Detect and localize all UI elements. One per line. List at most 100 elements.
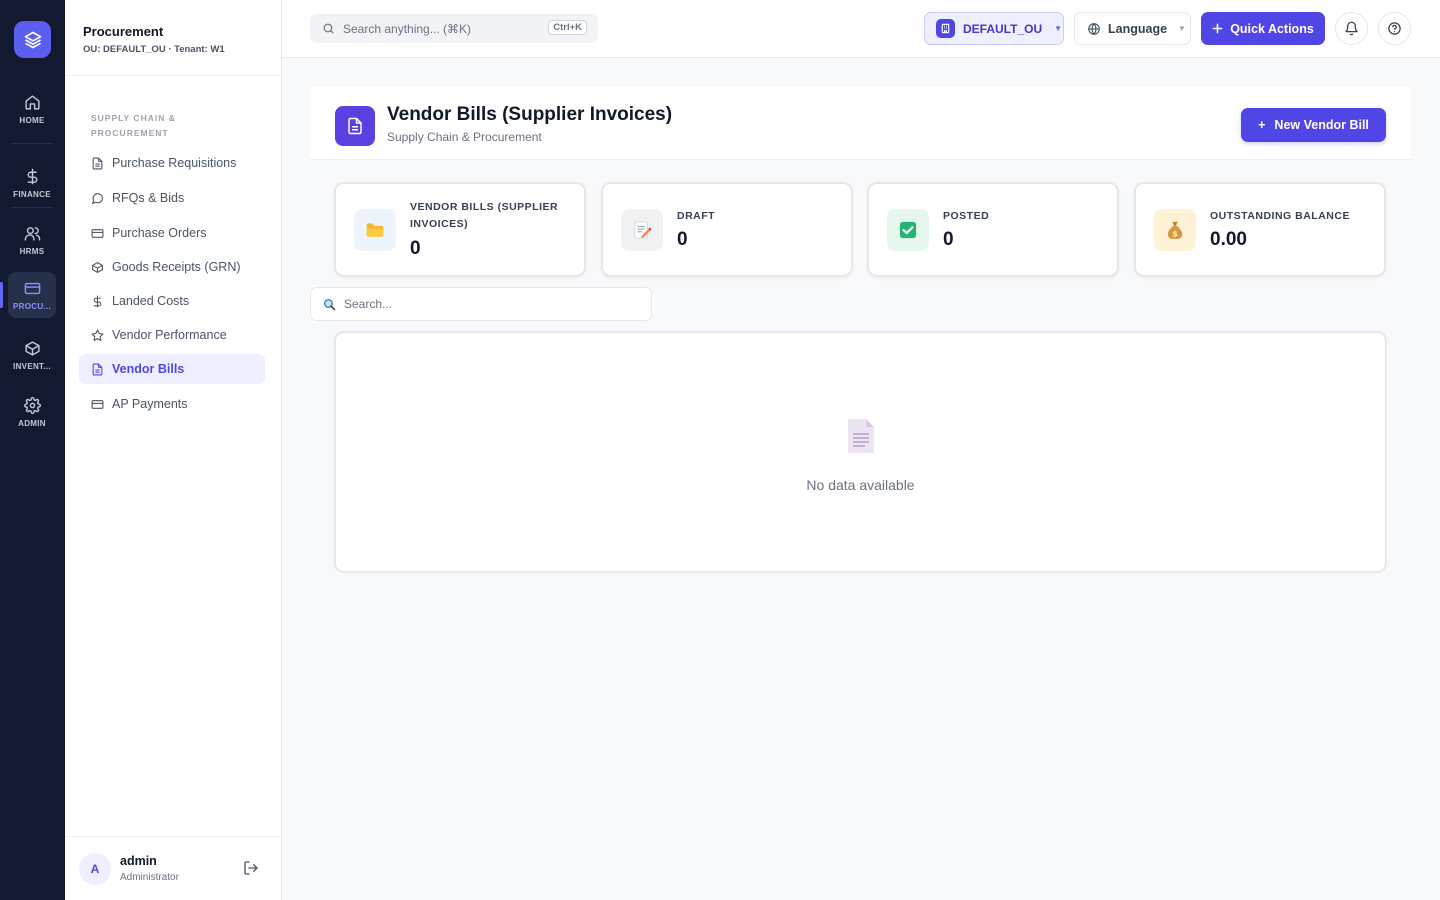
search-icon	[323, 23, 334, 34]
plus-icon	[1212, 23, 1223, 34]
new-vendor-bill-button[interactable]: + New Vendor Bill	[1241, 108, 1386, 142]
stat-label: POSTED	[943, 210, 990, 222]
chevron-down-icon: ▼	[1178, 24, 1186, 33]
sidebar-section-heading: SUPPLY CHAIN & PROCUREMENT	[91, 113, 176, 138]
help-icon	[1388, 22, 1401, 35]
ou-selector[interactable]: DEFAULT_OU ▼	[924, 12, 1064, 45]
rail-item-label: PROCU...	[13, 301, 51, 311]
sidebar-item-label: Purchase Orders	[112, 226, 207, 240]
rail-divider	[12, 207, 52, 208]
help-button[interactable]	[1378, 12, 1411, 45]
user-panel: A admin Administrator	[65, 836, 281, 900]
rail-item-home[interactable]: HOME	[8, 86, 56, 132]
table-search-input[interactable]: Search...	[310, 287, 652, 321]
global-search-placeholder: Search anything... (⌘K)	[343, 21, 472, 36]
sidebar-item-rfqs-bids[interactable]: RFQs & Bids	[79, 183, 265, 213]
card-icon	[91, 399, 104, 409]
stat-card-posted: POSTED 0	[867, 182, 1119, 277]
stat-card-outstanding: $ OUTSTANDING BALANCE 0.00	[1134, 182, 1386, 277]
top-bar: Search anything... (⌘K) Ctrl+K DEFAULT_O…	[282, 0, 1440, 58]
stat-card-total: VENDOR BILLS (SUPPLIER INVOICES) 0	[334, 182, 586, 277]
memo-icon	[621, 209, 663, 251]
sidebar-item-vendor-performance[interactable]: Vendor Performance	[79, 320, 265, 350]
dollar-icon	[93, 295, 102, 307]
global-search-input[interactable]: Search anything... (⌘K) Ctrl+K	[310, 14, 598, 43]
sidebar-item-label: Vendor Bills	[112, 362, 185, 376]
module-sidebar: Procurement OU: DEFAULT_OU · Tenant: W1 …	[65, 0, 282, 900]
rail-item-procurement[interactable]: PROCU...	[0, 272, 56, 318]
language-selector[interactable]: Language ▼	[1074, 12, 1191, 45]
sidebar-item-purchase-orders[interactable]: Purchase Orders	[79, 218, 265, 248]
logout-button[interactable]	[243, 860, 259, 881]
module-title: Procurement	[83, 24, 164, 39]
quick-actions-button[interactable]: Quick Actions	[1201, 12, 1325, 45]
sidebar-item-label: Landed Costs	[112, 294, 190, 308]
folder-icon	[354, 209, 396, 251]
sidebar-item-purchase-requisitions[interactable]: Purchase Requisitions	[79, 148, 265, 178]
user-role: Administrator	[120, 872, 179, 883]
stat-value: 0	[410, 238, 421, 259]
sidebar-item-label: AP Payments	[112, 397, 188, 411]
page-title: Vendor Bills (Supplier Invoices)	[387, 104, 673, 125]
sidebar-item-label: Vendor Performance	[112, 328, 227, 342]
document-icon	[335, 106, 375, 146]
bell-icon	[1345, 21, 1358, 36]
box-icon	[92, 261, 103, 273]
stat-label: OUTSTANDING BALANCE	[1210, 210, 1350, 222]
plus-icon: +	[1258, 118, 1266, 132]
empty-document-icon	[846, 417, 876, 460]
user-name: admin	[120, 854, 157, 868]
table-search-placeholder: Search...	[344, 297, 393, 311]
page-subtitle: Supply Chain & Procurement	[387, 130, 542, 144]
rail-item-label: HRMS	[19, 246, 45, 256]
data-table: No data available	[334, 331, 1387, 573]
sidebar-item-ap-payments[interactable]: AP Payments	[79, 389, 265, 419]
check-icon	[887, 209, 929, 251]
rail-item-inventory[interactable]: INVENT...	[8, 332, 56, 378]
page-header: Vendor Bills (Supplier Invoices) Supply …	[310, 87, 1411, 160]
sidebar-item-vendor-bills[interactable]: Vendor Bills	[79, 354, 265, 384]
rail-item-label: ADMIN	[18, 418, 46, 428]
rail-item-finance[interactable]: FINANCE	[8, 160, 56, 206]
chevron-down-icon: ▼	[1054, 24, 1063, 33]
sidebar-item-goods-receipts[interactable]: Goods Receipts (GRN)	[79, 252, 265, 282]
globe-icon	[1088, 22, 1100, 35]
document-icon	[92, 157, 103, 169]
svg-text:$: $	[1172, 228, 1178, 238]
building-icon	[936, 19, 955, 38]
notifications-button[interactable]	[1335, 12, 1368, 45]
rail-item-label: HOME	[19, 115, 45, 125]
sidebar-header: Procurement OU: DEFAULT_OU · Tenant: W1	[65, 0, 281, 76]
home-icon	[24, 94, 40, 110]
sidebar-item-label: Purchase Requisitions	[112, 156, 237, 170]
rail-item-hrms[interactable]: HRMS	[8, 217, 56, 263]
rail-divider	[12, 143, 52, 144]
rail-item-label: FINANCE	[13, 189, 51, 199]
money-bag-icon: $	[1154, 209, 1196, 251]
icon-rail: HOME FINANCE HRMS PROCU... INVENT... ADM…	[0, 0, 65, 900]
stat-label: VENDOR BILLS (SUPPLIER INVOICES)	[410, 201, 559, 230]
new-vendor-bill-label: New Vendor Bill	[1274, 118, 1369, 132]
card-icon	[91, 228, 104, 238]
stat-value: 0	[677, 229, 688, 250]
ou-selector-value: DEFAULT_OU	[963, 21, 1043, 36]
box-icon	[24, 340, 40, 356]
avatar[interactable]: A	[79, 853, 111, 885]
empty-state-text: No data available	[806, 477, 915, 493]
app-logo-icon[interactable]	[14, 21, 51, 58]
gear-icon	[23, 396, 41, 414]
sidebar-item-landed-costs[interactable]: Landed Costs	[79, 286, 265, 316]
stat-value: 0.00	[1210, 229, 1247, 250]
module-context: OU: DEFAULT_OU · Tenant: W1	[83, 44, 225, 55]
dollar-icon	[27, 168, 37, 184]
card-icon	[24, 282, 40, 294]
chat-icon	[92, 192, 103, 204]
stat-card-draft: DRAFT 0	[601, 182, 853, 277]
shortcut-badge: Ctrl+K	[548, 20, 587, 35]
document-icon	[92, 363, 103, 375]
star-icon	[91, 329, 104, 341]
rail-item-admin[interactable]: ADMIN	[8, 389, 56, 435]
users-icon	[24, 226, 40, 241]
stat-value: 0	[943, 229, 954, 250]
sidebar-item-label: RFQs & Bids	[112, 191, 185, 205]
